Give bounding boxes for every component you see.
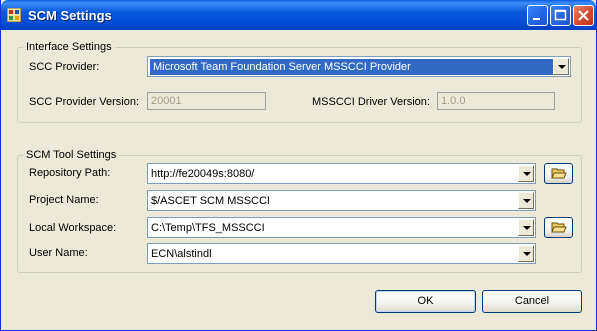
project-name-combobox[interactable]: $/ASCET SCM MSSCCI bbox=[147, 190, 536, 211]
scc-provider-version-field: 20001 bbox=[147, 92, 266, 110]
maximize-icon bbox=[554, 9, 567, 21]
chevron-down-icon[interactable] bbox=[518, 219, 534, 236]
browse-workspace-button[interactable] bbox=[544, 217, 573, 238]
browse-repository-button[interactable] bbox=[544, 163, 573, 184]
project-name-label: Project Name: bbox=[29, 194, 99, 206]
close-icon bbox=[578, 10, 589, 21]
interface-settings-legend: Interface Settings bbox=[23, 41, 115, 53]
scm-tool-settings-legend: SCM Tool Settings bbox=[23, 149, 120, 161]
scc-provider-value: Microsoft Team Foundation Server MSSCCI … bbox=[150, 59, 556, 75]
local-workspace-label: Local Workspace: bbox=[29, 222, 117, 234]
close-button[interactable] bbox=[573, 5, 594, 26]
scc-provider-label: SCC Provider: bbox=[29, 61, 100, 73]
maximize-button[interactable] bbox=[550, 5, 571, 26]
repository-path-combobox[interactable]: http://fe20049s:8080/ bbox=[147, 163, 536, 184]
chevron-down-icon[interactable] bbox=[553, 58, 569, 75]
folder-open-icon bbox=[551, 168, 567, 179]
app-icon bbox=[7, 8, 21, 22]
chevron-down-icon[interactable] bbox=[518, 165, 534, 182]
scc-provider-combobox[interactable]: Microsoft Team Foundation Server MSSCCI … bbox=[147, 56, 571, 77]
local-workspace-combobox[interactable]: C:\Temp\TFS_MSSCCI bbox=[147, 217, 536, 238]
scc-provider-version-value: 20001 bbox=[151, 95, 182, 107]
minimize-button[interactable] bbox=[527, 5, 548, 26]
local-workspace-value: C:\Temp\TFS_MSSCCI bbox=[151, 222, 265, 234]
title-bar[interactable]: SCM Settings bbox=[1, 0, 596, 30]
user-name-label: User Name: bbox=[29, 247, 88, 259]
msscci-driver-version-field: 1.0.0 bbox=[437, 92, 555, 110]
msscci-driver-version-value: 1.0.0 bbox=[441, 95, 466, 107]
project-name-value: $/ASCET SCM MSSCCI bbox=[151, 195, 270, 207]
repository-path-value: http://fe20049s:8080/ bbox=[151, 168, 255, 180]
window-title: SCM Settings bbox=[28, 8, 112, 23]
msscci-driver-version-label: MSSCCI Driver Version: bbox=[312, 96, 430, 108]
user-name-value: ECN\alstindl bbox=[151, 248, 212, 260]
minimize-icon bbox=[533, 18, 540, 20]
repository-path-label: Repository Path: bbox=[29, 167, 111, 179]
scc-provider-version-label: SCC Provider Version: bbox=[29, 96, 140, 108]
scm-settings-dialog: SCM Settings Interface Settings SCC Prov… bbox=[0, 0, 597, 331]
cancel-button[interactable]: Cancel bbox=[482, 290, 582, 313]
chevron-down-icon[interactable] bbox=[518, 245, 534, 262]
chevron-down-icon[interactable] bbox=[518, 192, 534, 209]
folder-open-icon bbox=[551, 222, 567, 233]
user-name-combobox[interactable]: ECN\alstindl bbox=[147, 243, 536, 264]
ok-button[interactable]: OK bbox=[375, 290, 476, 313]
